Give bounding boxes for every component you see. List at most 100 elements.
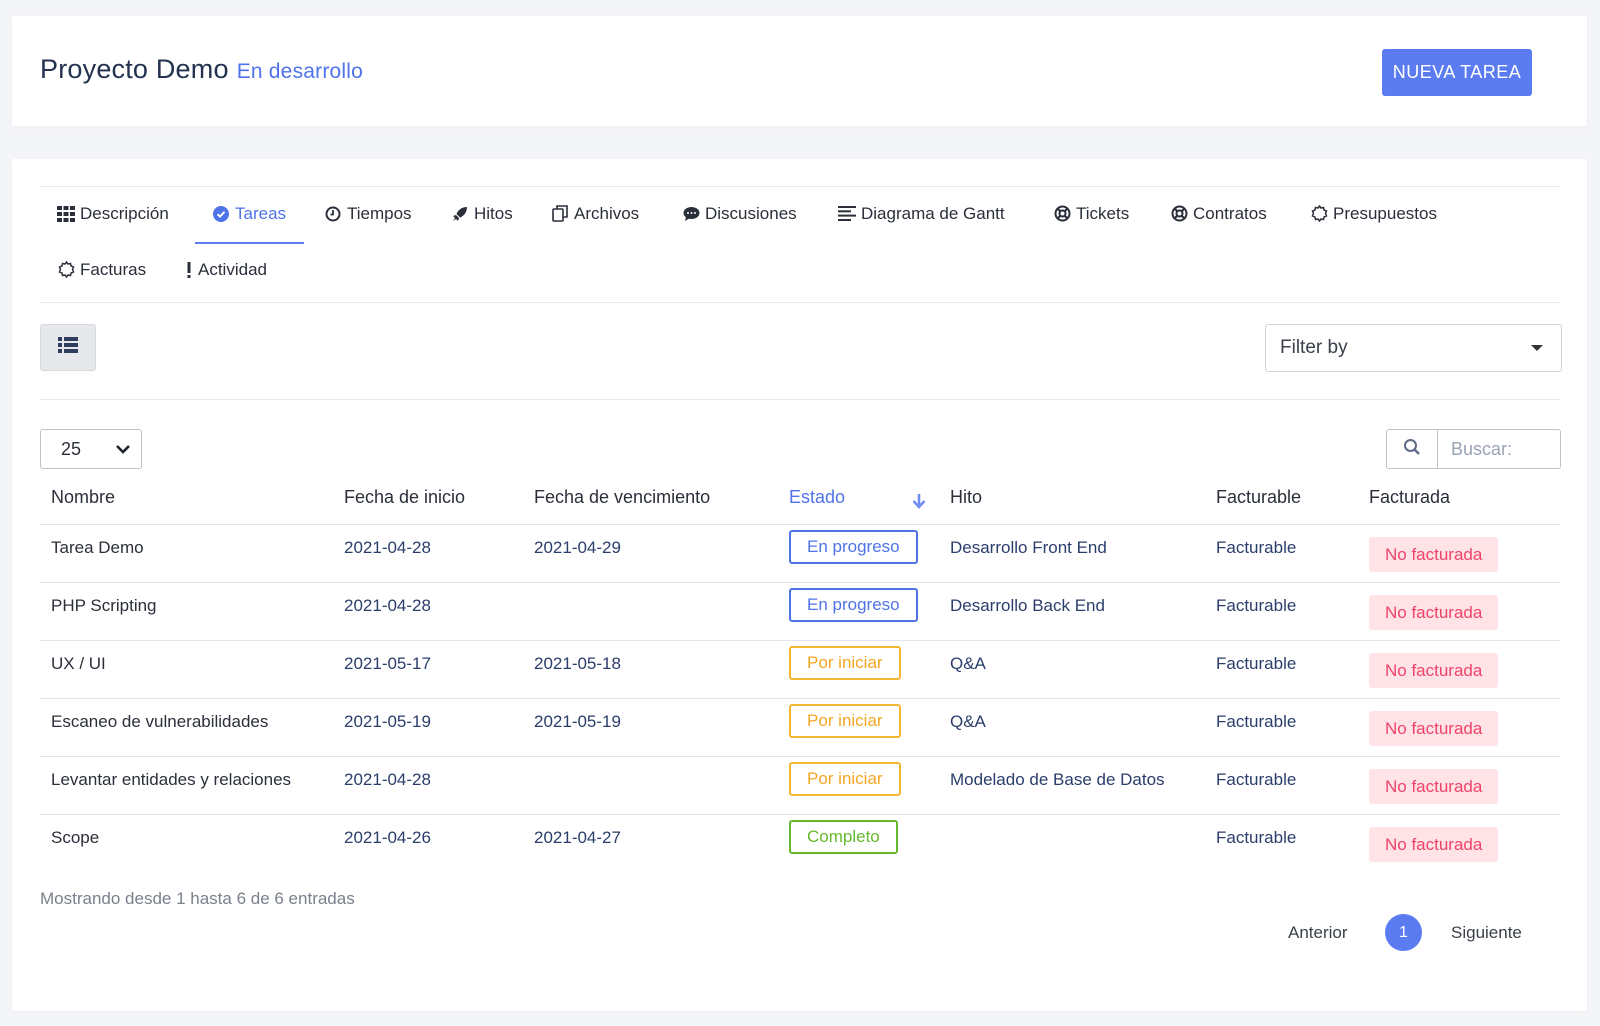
- column-header-facturable[interactable]: Facturable: [1216, 487, 1301, 508]
- task-name[interactable]: Levantar entidades y relaciones: [51, 770, 291, 790]
- search-icon: [1403, 438, 1421, 461]
- pagination-page-1[interactable]: 1: [1385, 914, 1422, 951]
- due-date: 2021-05-18: [534, 654, 621, 673]
- milestone: Desarrollo Back End: [950, 596, 1105, 615]
- column-header-hito[interactable]: Hito: [950, 487, 982, 508]
- align-left-icon: [837, 205, 857, 223]
- column-header-nombre[interactable]: Nombre: [51, 487, 115, 508]
- due-date: 2021-05-19: [534, 712, 621, 731]
- tab-label: Presupuestos: [1333, 203, 1437, 223]
- comment-icon: [681, 205, 701, 223]
- gear-outline-icon: [56, 261, 76, 279]
- tab-tareas[interactable]: Tareas: [195, 185, 304, 244]
- billable-value: Facturable: [1216, 538, 1297, 557]
- task-name[interactable]: Tarea Demo: [51, 538, 144, 558]
- tab-label: Discusiones: [705, 203, 797, 223]
- tab-label: Archivos: [574, 203, 640, 223]
- tab-label: Tareas: [235, 203, 287, 223]
- filter-label: Filter by: [1280, 337, 1348, 358]
- start-date: 2021-04-28: [344, 538, 431, 557]
- list-view-button[interactable]: [40, 324, 96, 371]
- column-header-facturada[interactable]: Facturada: [1369, 487, 1450, 508]
- status-badge: En progreso: [789, 530, 918, 564]
- filter-select[interactable]: Filter by: [1265, 324, 1562, 372]
- billed-badge: No facturada: [1369, 537, 1499, 572]
- clock-icon: [323, 205, 343, 223]
- table-body: Tarea Demo 2021-04-28 2021-04-29 En progres…: [40, 525, 1560, 873]
- due-date: 2021-04-29: [534, 538, 621, 557]
- list-icon: [58, 337, 78, 358]
- column-header-fecha-inicio[interactable]: Fecha de inicio: [344, 487, 465, 508]
- status-badge: Por iniciar: [789, 646, 901, 680]
- start-date: 2021-04-28: [344, 770, 431, 789]
- tab-discusiones[interactable]: Discusiones: [665, 185, 797, 242]
- tab-label: Actividad: [198, 259, 267, 279]
- table-row[interactable]: Escaneo de vulnerabilidades 2021-05-19 202…: [40, 699, 1560, 757]
- tab-presupuestos[interactable]: Presupuestos: [1293, 185, 1437, 242]
- tab-archivos[interactable]: Archivos: [534, 185, 639, 242]
- start-date: 2021-04-26: [344, 828, 431, 847]
- search-box: [1386, 429, 1561, 469]
- billed-badge: No facturada: [1369, 827, 1499, 862]
- tab-label: Facturas: [80, 259, 147, 279]
- tab-actividad[interactable]: Actividad: [168, 241, 267, 298]
- divider: [40, 399, 1560, 400]
- search-input[interactable]: [1438, 430, 1560, 468]
- gear-outline-icon: [1309, 205, 1329, 223]
- search-button[interactable]: [1387, 430, 1438, 468]
- table-row[interactable]: Levantar entidades y relaciones 2021-04-2…: [40, 757, 1560, 815]
- billed-badge: No facturada: [1369, 595, 1499, 630]
- column-header-estado[interactable]: Estado: [789, 487, 845, 508]
- sort-desc-icon: [912, 493, 926, 514]
- caret-down-icon: [1531, 345, 1543, 351]
- billed-badge: No facturada: [1369, 711, 1499, 746]
- exclamation-icon: [184, 261, 194, 279]
- new-task-button[interactable]: NUEVA TAREA: [1382, 49, 1532, 96]
- milestone: Q&A: [950, 712, 986, 731]
- table-row[interactable]: Scope 2021-04-26 2021-04-27 Completo Factura…: [40, 815, 1560, 873]
- tasks-table: Nombre Fecha de inicio Fecha de vencimie…: [40, 477, 1560, 873]
- milestone: Q&A: [950, 654, 986, 673]
- rocket-icon: [450, 205, 470, 223]
- project-header: Proyecto Demo En desarrollo NUEVA TAREA: [12, 16, 1587, 126]
- status-badge: Por iniciar: [789, 704, 901, 738]
- project-status: En desarrollo: [236, 60, 364, 83]
- billable-value: Facturable: [1216, 770, 1297, 789]
- table-row[interactable]: Tarea Demo 2021-04-28 2021-04-29 En progres…: [40, 525, 1560, 583]
- files-icon: [550, 205, 570, 223]
- check-circle-icon: [211, 205, 231, 223]
- chevron-down-icon: [115, 441, 131, 462]
- tab-tickets[interactable]: Tickets: [1036, 185, 1129, 242]
- tab-label: Contratos: [1193, 203, 1267, 223]
- column-header-fecha-vencimiento[interactable]: Fecha de vencimiento: [534, 487, 710, 508]
- tab-tiempos[interactable]: Tiempos: [307, 185, 412, 242]
- task-name[interactable]: Escaneo de vulnerabilidades: [51, 712, 268, 732]
- task-name[interactable]: PHP Scripting: [51, 596, 157, 616]
- tab-hitos[interactable]: Hitos: [434, 185, 513, 242]
- task-name[interactable]: UX / UI: [51, 654, 106, 674]
- tab-descripcion[interactable]: Descripción: [40, 185, 169, 242]
- tab-facturas[interactable]: Facturas: [40, 241, 146, 298]
- billable-value: Facturable: [1216, 828, 1297, 847]
- billable-value: Facturable: [1216, 654, 1297, 673]
- pagination-next[interactable]: Siguiente: [1451, 923, 1522, 943]
- tab-label: Hitos: [474, 203, 513, 223]
- pagination-previous[interactable]: Anterior: [1288, 923, 1348, 943]
- billable-value: Facturable: [1216, 596, 1297, 615]
- start-date: 2021-05-19: [344, 712, 431, 731]
- tab-contratos[interactable]: Contratos: [1153, 185, 1267, 242]
- milestone: Desarrollo Front End: [950, 538, 1107, 557]
- project-name: Proyecto Demo: [40, 54, 229, 84]
- table-row[interactable]: UX / UI 2021-05-17 2021-05-18 Por iniciar Q&…: [40, 641, 1560, 699]
- life-ring-icon: [1052, 205, 1072, 223]
- table-row[interactable]: PHP Scripting 2021-04-28 En progreso Desarr…: [40, 583, 1560, 641]
- page-length-select[interactable]: 25: [40, 429, 142, 469]
- due-date: 2021-04-27: [534, 828, 621, 847]
- tab-gantt[interactable]: Diagrama de Gantt: [821, 185, 1005, 242]
- task-name[interactable]: Scope: [51, 828, 99, 848]
- life-ring-icon: [1169, 205, 1189, 223]
- grid-icon: [56, 205, 76, 223]
- status-badge: Por iniciar: [789, 762, 901, 796]
- page-title: Proyecto Demo En desarrollo: [40, 54, 363, 85]
- start-date: 2021-05-17: [344, 654, 431, 673]
